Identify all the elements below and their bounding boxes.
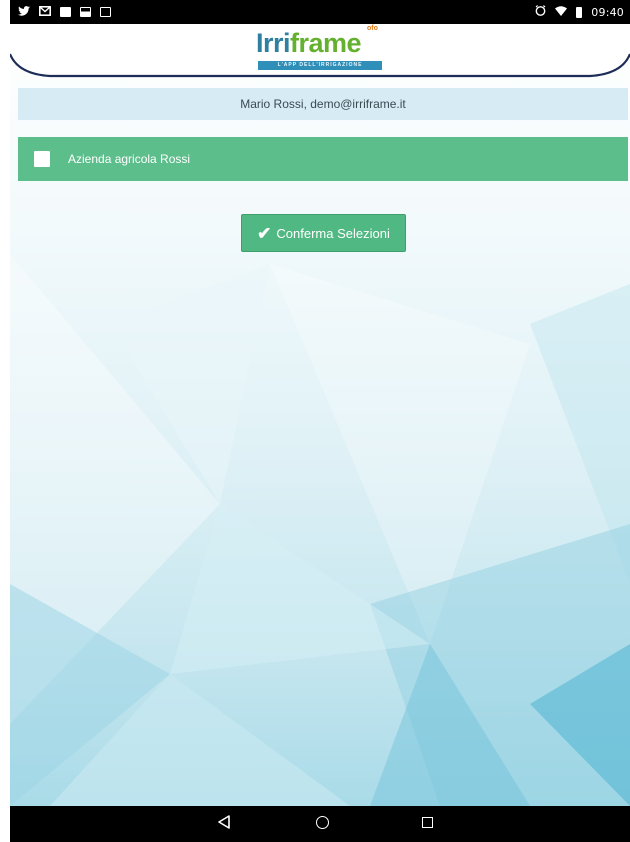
company-row[interactable]: Azienda agricola Rossi (18, 137, 628, 181)
home-icon[interactable] (316, 816, 329, 829)
irriframe-logo: Irriframe ofo L'APP DELL'IRRIGAZIONE (256, 25, 386, 76)
wifi-icon (555, 5, 568, 19)
logo-subtitle: L'APP DELL'IRRIGAZIONE (258, 61, 382, 70)
logo-badge: ofo (367, 25, 378, 32)
logo-primary: Irri (256, 28, 291, 58)
back-icon[interactable] (217, 815, 231, 829)
alarm-icon (535, 5, 546, 19)
checkmark-icon: ✔ (257, 223, 272, 243)
confirm-button-label: Conferma Selezioni (276, 225, 390, 241)
gallery-icon (60, 7, 71, 17)
status-time: 09:40 (591, 5, 624, 19)
screenshot-icon (80, 7, 91, 17)
android-nav-bar (10, 806, 630, 842)
status-bar-right: 09:40 (535, 5, 624, 19)
user-info-bar: Mario Rossi, demo@irriframe.it (18, 88, 628, 120)
twitter-icon (18, 5, 30, 19)
status-bar: 09:40 (10, 0, 630, 24)
status-bar-left (18, 5, 111, 19)
confirm-selection-button[interactable]: ✔ Conferma Selezioni (241, 214, 406, 252)
battery-icon (576, 6, 583, 18)
company-checkbox[interactable] (34, 151, 50, 167)
company-label: Azienda agricola Rossi (68, 152, 191, 166)
mail-icon (39, 5, 51, 19)
logo-accent: frame (290, 28, 362, 58)
image-icon (100, 7, 111, 17)
recent-apps-icon[interactable] (422, 817, 433, 828)
